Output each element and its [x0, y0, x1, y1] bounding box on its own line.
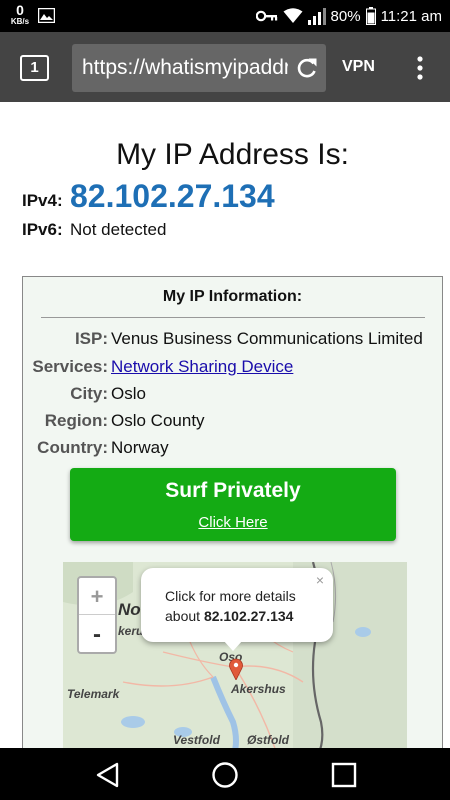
image-icon: [38, 8, 55, 23]
info-value: Oslo: [111, 384, 146, 403]
map-label-vestfold: Vestfold: [173, 733, 220, 747]
map-popup[interactable]: × Click for more details about 82.102.27…: [141, 568, 333, 642]
popup-prefix: about: [165, 608, 204, 624]
click-here-link[interactable]: Click Here: [70, 514, 396, 531]
url-bar[interactable]: https://whatismyipaddress.com: [72, 44, 326, 92]
info-key: City:: [70, 384, 108, 403]
surf-privately-button[interactable]: Surf Privately Click Here: [70, 468, 396, 541]
vpn-button[interactable]: VPN: [342, 58, 375, 76]
map-zoom-control: + -: [77, 576, 117, 654]
info-key: Region:: [44, 411, 108, 430]
zoom-in-button[interactable]: +: [79, 578, 115, 615]
info-row-city: City: Oslo: [23, 384, 442, 406]
url-text[interactable]: https://whatismyipaddress.com: [82, 56, 288, 80]
network-speed: 0 KB/s: [8, 3, 32, 26]
info-row-services: Services: Network Sharing Device: [23, 357, 442, 379]
signal-icon: [307, 7, 326, 25]
network-speed-value: 0: [16, 2, 24, 18]
navigation-bar: [0, 748, 450, 800]
tab-switcher-button[interactable]: 1: [20, 55, 49, 81]
services-link[interactable]: Network Sharing Device: [111, 357, 293, 377]
home-icon[interactable]: [210, 760, 240, 790]
info-key: Country:: [37, 438, 108, 457]
location-marker-icon[interactable]: [229, 658, 243, 680]
info-key: ISP:: [74, 329, 108, 348]
surf-privately-label: Surf Privately: [165, 479, 301, 502]
info-row-isp: ISP: Venus Business Communications Limit…: [23, 329, 442, 351]
info-value: Oslo County: [111, 411, 205, 430]
page-title: My IP Address Is:: [116, 138, 349, 171]
popup-line1: Click for more details: [165, 588, 296, 604]
status-bar: 0 KB/s 80% 11:21 am: [0, 0, 450, 32]
battery-icon: [365, 7, 376, 25]
info-value: Venus Business Communications Limited: [111, 329, 423, 348]
popup-close-button[interactable]: ×: [316, 572, 324, 588]
clock: 11:21 am: [380, 7, 442, 25]
info-key: Services:: [32, 357, 108, 376]
overflow-menu-icon[interactable]: [411, 54, 429, 82]
ipv6-label: IPv6:: [22, 220, 63, 239]
map-label-akershus: Akershus: [231, 682, 286, 696]
reload-icon[interactable]: [294, 55, 320, 81]
wifi-icon: [283, 8, 303, 23]
zoom-out-button[interactable]: -: [79, 616, 115, 653]
info-value: Norway: [111, 438, 169, 457]
back-icon[interactable]: [93, 760, 123, 790]
popup-line2: about 82.102.27.134: [165, 608, 293, 624]
info-row-country: Country: Norway: [23, 438, 442, 460]
network-speed-unit: KB/s: [10, 17, 30, 26]
popup-ip: 82.102.27.134: [203, 608, 294, 624]
key-icon: [255, 10, 277, 22]
recents-icon[interactable]: [329, 760, 359, 790]
ip-info-panel: My IP Information: ISP: Venus Business C…: [22, 276, 443, 756]
ipv6-value: Not detected: [70, 220, 167, 239]
divider: [41, 317, 425, 318]
map-label-ostfold: Østfold: [247, 733, 289, 747]
battery-percent: 80%: [330, 7, 361, 25]
map-label-telemark: Telemark: [67, 687, 120, 701]
info-row-region: Region: Oslo County: [23, 411, 442, 433]
location-map[interactable]: No kerur Oso Akershus Telemark Vestfold …: [63, 562, 407, 755]
ipv4-label: IPv4:: [22, 191, 63, 210]
popup-tip: [223, 640, 243, 651]
map-label-no: No: [118, 600, 141, 619]
info-title: My IP Information:: [162, 288, 303, 305]
ipv4-address: 82.102.27.134: [70, 178, 275, 214]
